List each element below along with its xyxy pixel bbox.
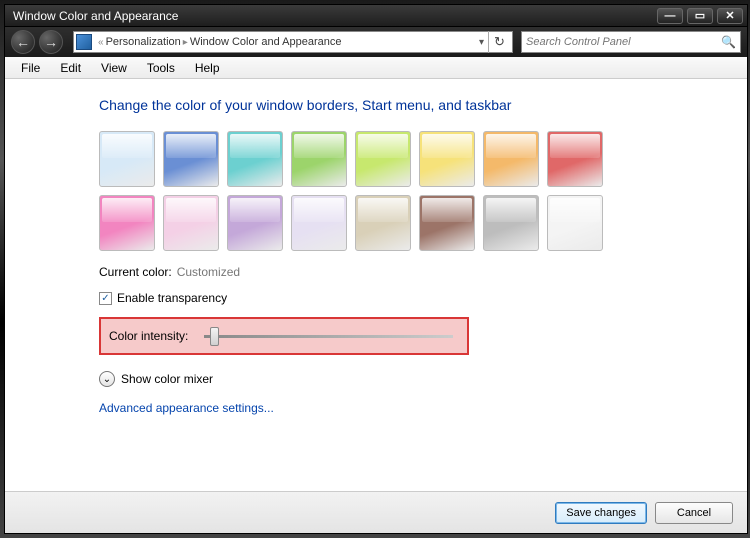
- color-swatch-sea[interactable]: [227, 131, 283, 187]
- page-heading: Change the color of your window borders,…: [99, 97, 721, 113]
- search-box[interactable]: 🔍: [521, 31, 741, 53]
- breadcrumb-overflow-icon[interactable]: «: [96, 37, 106, 48]
- menu-view[interactable]: View: [91, 59, 137, 77]
- current-color-label: Current color:: [99, 265, 172, 279]
- navigation-bar: ← → « Personalization ▸ Window Color and…: [5, 27, 747, 57]
- search-icon[interactable]: 🔍: [721, 35, 736, 49]
- color-swatch-grid: [99, 131, 659, 251]
- color-swatch-chocolate[interactable]: [419, 195, 475, 251]
- color-intensity-slider[interactable]: [204, 335, 453, 338]
- menu-file[interactable]: File: [11, 59, 50, 77]
- maximize-button[interactable]: ▭: [687, 8, 713, 24]
- color-swatch-sun[interactable]: [419, 131, 475, 187]
- footer-bar: Save changes Cancel: [5, 491, 747, 533]
- color-swatch-sky[interactable]: [99, 131, 155, 187]
- show-color-mixer-toggle[interactable]: ⌄ Show color mixer: [99, 371, 721, 387]
- advanced-appearance-link[interactable]: Advanced appearance settings...: [99, 401, 721, 415]
- save-changes-button[interactable]: Save changes: [555, 502, 647, 524]
- color-swatch-lime[interactable]: [355, 131, 411, 187]
- slider-thumb[interactable]: [210, 327, 219, 346]
- control-panel-icon: [76, 34, 92, 50]
- menu-tools[interactable]: Tools: [137, 59, 185, 77]
- color-swatch-blush[interactable]: [163, 195, 219, 251]
- titlebar[interactable]: Window Color and Appearance — ▭ ✕: [5, 5, 747, 27]
- search-input[interactable]: [526, 36, 721, 48]
- breadcrumb-personalization[interactable]: Personalization: [106, 36, 181, 48]
- minimize-button[interactable]: —: [657, 8, 683, 24]
- color-swatch-twilight[interactable]: [163, 131, 219, 187]
- content-area: Change the color of your window borders,…: [5, 79, 747, 491]
- color-intensity-label: Color intensity:: [109, 329, 188, 343]
- address-dropdown-icon[interactable]: ▾: [475, 37, 488, 48]
- window-title: Window Color and Appearance: [9, 9, 657, 23]
- color-swatch-violet[interactable]: [227, 195, 283, 251]
- color-swatch-ruby[interactable]: [547, 131, 603, 187]
- breadcrumb-window-color[interactable]: Window Color and Appearance: [190, 36, 342, 48]
- window-frame: Window Color and Appearance — ▭ ✕ ← → « …: [4, 4, 748, 534]
- menu-help[interactable]: Help: [185, 59, 230, 77]
- cancel-button[interactable]: Cancel: [655, 502, 733, 524]
- current-color-value: Customized: [177, 265, 240, 279]
- color-swatch-slate[interactable]: [483, 195, 539, 251]
- forward-button[interactable]: →: [39, 30, 63, 54]
- color-swatch-lavender[interactable]: [291, 195, 347, 251]
- color-swatch-frost[interactable]: [547, 195, 603, 251]
- enable-transparency-label: Enable transparency: [117, 291, 227, 305]
- color-swatch-pumpkin[interactable]: [483, 131, 539, 187]
- close-button[interactable]: ✕: [717, 8, 743, 24]
- menu-bar: File Edit View Tools Help: [5, 57, 747, 79]
- back-button[interactable]: ←: [11, 30, 35, 54]
- color-swatch-fuchsia[interactable]: [99, 195, 155, 251]
- refresh-button[interactable]: ↻: [488, 31, 510, 53]
- color-swatch-taupe[interactable]: [355, 195, 411, 251]
- chevron-right-icon: ▸: [181, 37, 190, 48]
- chevron-down-icon: ⌄: [99, 371, 115, 387]
- color-intensity-highlight: Color intensity:: [99, 317, 469, 355]
- show-color-mixer-label: Show color mixer: [121, 372, 213, 386]
- menu-edit[interactable]: Edit: [50, 59, 91, 77]
- address-bar[interactable]: « Personalization ▸ Window Color and App…: [73, 31, 513, 53]
- enable-transparency-checkbox[interactable]: ✓: [99, 292, 112, 305]
- color-swatch-leaf[interactable]: [291, 131, 347, 187]
